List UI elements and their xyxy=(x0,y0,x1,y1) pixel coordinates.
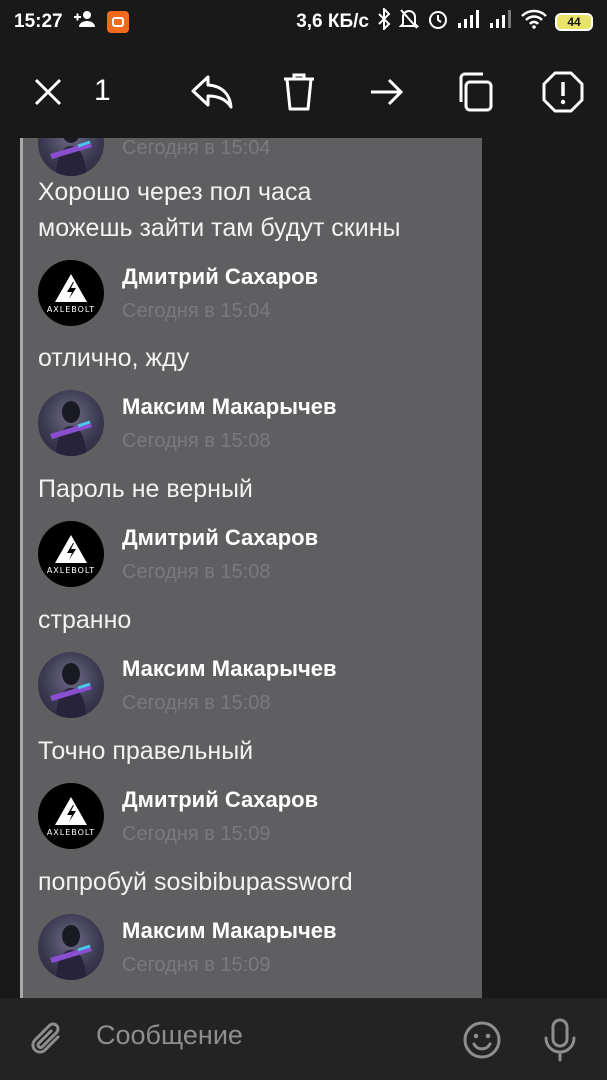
network-speed: 3,6 КБ/с xyxy=(296,11,369,32)
status-bar: 15:27 3,6 КБ/с 44 xyxy=(0,0,607,44)
avatar-logo-text: AXLEBOLT xyxy=(46,304,96,314)
avatar-user-photo[interactable] xyxy=(38,914,104,980)
message-text-line: можешь зайти там будут скины xyxy=(38,214,401,242)
reply-icon[interactable] xyxy=(190,70,234,114)
forwarded-indicator-bar xyxy=(20,138,23,998)
message-text-line: попробуй sosibibupassword xyxy=(38,868,353,896)
message-text[interactable]: странно xyxy=(38,602,458,638)
message-text-line: Пароль не верный xyxy=(38,475,253,503)
mute-bell-icon xyxy=(398,8,420,36)
avatar-logo-text: AXLEBOLT xyxy=(46,827,96,837)
message-meta: Максим Макарычев Сегодня в 15:08 xyxy=(122,656,337,715)
chat-area[interactable]: Сегодня в 15:04 Хорошо через пол часа може… xyxy=(0,138,607,998)
avatar-user-photo[interactable] xyxy=(38,138,104,176)
message-meta: Сегодня в 15:04 xyxy=(122,138,270,160)
message-text-line: странно xyxy=(38,606,132,634)
message-text[interactable]: отлично, жду xyxy=(38,340,458,376)
message-time: Сегодня в 15:04 xyxy=(122,138,271,159)
message-meta: Максим Макарычев Сегодня в 15:09 xyxy=(122,918,337,977)
microphone-icon[interactable] xyxy=(538,1016,582,1064)
copy-icon[interactable] xyxy=(453,70,497,114)
message-time: Сегодня в 15:08 xyxy=(122,429,271,452)
avatar-axlebolt[interactable]: AXLEBOLT xyxy=(38,260,104,326)
author-name[interactable]: Максим Макарычев xyxy=(122,918,337,944)
message-header[interactable]: Максим Макарычев Сегодня в 15:08 xyxy=(38,390,458,456)
clock: 15:27 xyxy=(14,11,63,32)
author-name[interactable]: Максим Макарычев xyxy=(122,656,337,682)
bluetooth-icon xyxy=(377,6,391,36)
avatar-user-photo[interactable] xyxy=(38,652,104,718)
signal-2-icon xyxy=(489,9,513,35)
wifi-icon xyxy=(521,9,547,35)
close-icon[interactable] xyxy=(26,70,70,114)
message-input[interactable]: Сообщение xyxy=(96,1020,243,1051)
signal-1-icon xyxy=(457,9,481,35)
message-meta: Дмитрий Сахаров Сегодня в 15:09 xyxy=(122,787,318,846)
report-icon[interactable] xyxy=(541,70,585,114)
message-header[interactable]: Сегодня в 15:04 xyxy=(38,138,458,176)
message-time: Сегодня в 15:08 xyxy=(122,691,271,714)
app-notification-icon xyxy=(106,11,129,33)
message-text-line: Хорошо через пол часа xyxy=(38,178,312,206)
emoji-icon[interactable] xyxy=(460,1018,504,1062)
message-text[interactable]: попробуй sosibibupassword xyxy=(38,864,458,900)
selection-toolbar: 1 xyxy=(0,44,607,138)
avatar-axlebolt[interactable]: AXLEBOLT xyxy=(38,521,104,587)
message-composer: Сообщение xyxy=(0,998,607,1080)
message-meta: Максим Макарычев Сегодня в 15:08 xyxy=(122,394,337,453)
selected-count: 1 xyxy=(94,74,111,107)
message-header[interactable]: AXLEBOLT Дмитрий Сахаров Сегодня в 15:08 xyxy=(38,521,458,587)
message-text-line: отлично, жду xyxy=(38,344,190,372)
message-meta: Дмитрий Сахаров Сегодня в 15:04 xyxy=(122,264,318,323)
message-time: Сегодня в 15:04 xyxy=(122,299,271,322)
forward-icon[interactable] xyxy=(365,70,409,114)
avatar-user-photo[interactable] xyxy=(38,390,104,456)
paperclip-icon[interactable] xyxy=(26,1018,70,1062)
message-header[interactable]: AXLEBOLT Дмитрий Сахаров Сегодня в 15:04 xyxy=(38,260,458,326)
author-name[interactable]: Дмитрий Сахаров xyxy=(122,264,318,290)
message-header[interactable]: Максим Макарычев Сегодня в 15:09 xyxy=(38,914,458,980)
avatar-logo-text: AXLEBOLT xyxy=(46,565,96,575)
author-name[interactable]: Дмитрий Сахаров xyxy=(122,787,318,813)
add-contact-icon xyxy=(73,9,97,35)
message-text[interactable]: Точно правельный xyxy=(38,733,458,769)
message-header[interactable]: Максим Макарычев Сегодня в 15:08 xyxy=(38,652,458,718)
message-header[interactable]: AXLEBOLT Дмитрий Сахаров Сегодня в 15:09 xyxy=(38,783,458,849)
avatar-axlebolt[interactable]: AXLEBOLT xyxy=(38,783,104,849)
message-text[interactable]: Хорошо через пол часа можешь зайти там бу… xyxy=(38,174,458,246)
alarm-icon xyxy=(427,8,449,36)
message-time: Сегодня в 15:09 xyxy=(122,822,271,845)
message-meta: Дмитрий Сахаров Сегодня в 15:08 xyxy=(122,525,318,584)
message-text[interactable]: Пароль не верный xyxy=(38,471,458,507)
message-text-line: Точно правельный xyxy=(38,737,254,765)
message-time: Сегодня в 15:08 xyxy=(122,560,271,583)
author-name[interactable]: Дмитрий Сахаров xyxy=(122,525,318,551)
trash-icon[interactable] xyxy=(277,70,321,114)
battery-indicator: 44 xyxy=(555,13,593,31)
message-time: Сегодня в 15:09 xyxy=(122,953,271,976)
author-name[interactable]: Максим Макарычев xyxy=(122,394,337,420)
